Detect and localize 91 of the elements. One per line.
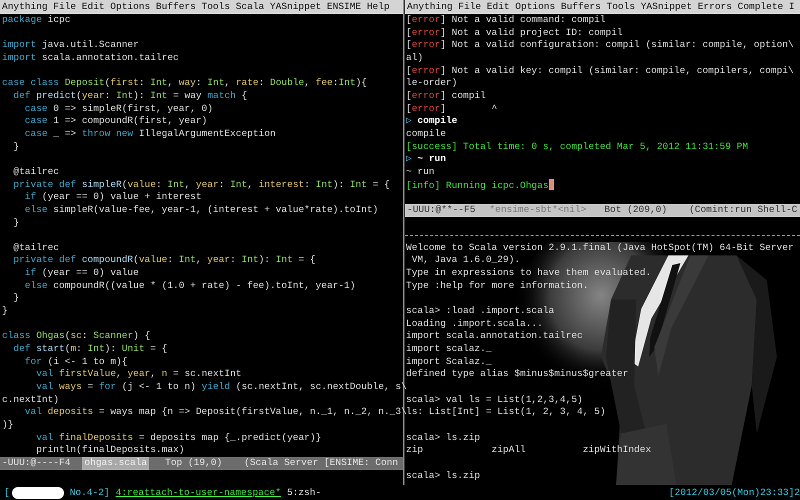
output-line: [success] Total time: 0 s, completed Mar 5, 2012 11:31:59 PM — [405, 140, 750, 154]
menu-item[interactable]: Complete — [738, 0, 784, 14]
output-line: scala> ls.zip — [405, 470, 482, 482]
menu-item[interactable]: Tools — [202, 0, 230, 14]
cursor-position: Top (19,0) — [165, 456, 222, 470]
code-line: @tailrec — [12, 166, 60, 179]
mode-name: (Comint:run Shell-C — [689, 204, 798, 217]
menu-item[interactable]: Options — [515, 0, 556, 14]
buffer-name: *ensime-sbt*<nil> — [488, 204, 588, 217]
output-line: [error] Not a valid command: compil — [405, 14, 607, 27]
menu-item[interactable]: YASnippet — [270, 0, 322, 14]
mode-name: (Scala Server [ENSIME: Conn — [244, 456, 398, 470]
output-line: [info] Running icpc.Ohgas — [405, 178, 800, 192]
code-line: else simpleR(value-fee, year-1, (interest + value*rate).toInt) — [24, 204, 380, 216]
clock-label: [2012/03/05(Mon)23:33]2 — [668, 487, 800, 498]
menu-item[interactable]: Edit — [82, 0, 105, 14]
code-line: @tailrec — [12, 242, 60, 254]
code-line: for (i <- 1 to m){ — [24, 356, 128, 368]
code-line: val finalDeposits = deposits map {_.predict(year)} — [35, 432, 322, 444]
window-tab[interactable]: 5:zsh- — [286, 487, 322, 498]
menu-item[interactable]: Options — [110, 0, 150, 14]
output-line: import Scalaz._ — [405, 356, 493, 368]
output-line: scala> ls.zip — [405, 432, 482, 444]
menu-item[interactable]: Buffers — [560, 0, 601, 14]
buffer-name: ohgas.scala — [82, 456, 150, 470]
code-line: case class Deposit(first: Int, way: Int, rate: Double, fee:Int){ — [1, 77, 368, 90]
menu-item[interactable]: Scala — [236, 0, 264, 14]
session-bracket: [ — [4, 487, 10, 498]
code-line: def start(m: Int): Unit = { — [12, 343, 168, 356]
output-line: [error] Not a valid configuration: compil (similar: compile, option\ — [405, 39, 795, 52]
output-line: import scala.annotation.tailrec — [405, 330, 584, 344]
output-line: ▷ compile — [405, 115, 458, 128]
code-line: import java.util.Scanner — [1, 39, 140, 52]
code-line: case _ => throw new IllegalArgumentException — [24, 128, 277, 141]
menu-item[interactable]: Buffers — [156, 0, 196, 14]
output-line: Type in expressions to have them evaluated. — [405, 267, 652, 280]
code-line: c.nextInt) — [1, 394, 60, 406]
menu-item[interactable]: ENSIME — [326, 0, 362, 14]
code-line: val firstValue, year, n = sc.nextInt — [35, 368, 242, 382]
output-line: [error] Not a valid project ID: compil — [405, 26, 624, 40]
output-line: defined type alias $minus$minus$greater — [405, 368, 630, 382]
code-line: package icpc — [1, 14, 72, 27]
code-line: if (year == 0) value — [24, 267, 140, 280]
output-line: le-order) — [405, 77, 458, 90]
buffer-status: -UUU:@----F4 — [2, 456, 70, 470]
code-line: } — [12, 140, 20, 154]
code-line: } — [12, 292, 20, 306]
output-line: Loading .import.scala... — [405, 318, 544, 330]
output-line: ~ run — [405, 166, 436, 179]
output-line: [error] ^ — [405, 102, 498, 116]
code-line: } — [12, 216, 20, 230]
menu-item[interactable]: Anything — [2, 0, 48, 14]
output-line: zip zipAll zipWithIndex — [405, 444, 652, 457]
code-line: class Ohgas(sc: Scanner) { — [1, 330, 152, 344]
output-line: ▷ ~ run — [405, 153, 447, 166]
code-line: if (year == 0) value + interest — [24, 191, 203, 204]
menu-item[interactable]: Edit — [486, 0, 510, 14]
cursor-position: Bot (209,0) — [604, 204, 668, 217]
output-line: [error] compil — [405, 90, 487, 103]
output-line: Type :help for more information. — [405, 280, 590, 292]
output-line: VM, Java 1.6.0_29). — [410, 254, 522, 268]
menu-item[interactable]: YASnippet — [640, 0, 692, 14]
output-line: import scalaz._ — [405, 343, 493, 356]
output-line: Welcome to Scala version 2.9.1.final (Java HotSpot(TM) 64-Bit Server — [405, 242, 795, 254]
code-line: println(finalDeposits.max) — [35, 444, 186, 457]
code-line: } — [1, 305, 9, 318]
menu-item[interactable]: File — [53, 0, 76, 14]
code-line: import scala.annotation.tailrec — [1, 52, 180, 65]
code-line: )} — [1, 419, 14, 432]
output-line: scala> :load .import.scala — [405, 305, 556, 318]
session-label: No.4-2] — [70, 487, 110, 498]
output-line: scala> val ls = List(1,2,3,4,5) — [405, 394, 584, 406]
menu-item[interactable]: Anything — [407, 0, 453, 14]
code-line: private def compoundR(value: Int, year: Int): Int = { — [12, 254, 317, 268]
output-line: al) — [405, 52, 424, 65]
code-line: case 1 => compoundR(first, year) — [24, 115, 208, 128]
menu-item[interactable]: File — [458, 0, 482, 14]
output-line: [error] Not a valid key: compil (similar: compile, compilers, compi\ — [405, 64, 795, 78]
menu-item[interactable]: Errors — [698, 0, 732, 14]
code-line: else compoundR((value * (1.0 + rate) - fee).toInt, year-1) — [24, 280, 356, 292]
menu-item[interactable]: Tools — [606, 0, 636, 14]
window-tab[interactable]: 4:reattach-to-user-namespace* — [116, 487, 281, 498]
buffer-status: -UUU:@**--F5 — [407, 204, 476, 217]
redaction-mark — [12, 486, 64, 498]
menu-item[interactable]: Help — [366, 0, 390, 14]
code-line: case 0 => simpleR(first, year, 0) — [24, 102, 214, 116]
menu-item[interactable]: I — [788, 0, 795, 14]
output-line: ls: List[Int] = List(1, 2, 3, 4, 5) — [406, 406, 607, 419]
output-line: compile — [405, 128, 447, 141]
code-line: private def simpleR(value: Int, year: Int, interest: Int): Int = { — [12, 178, 391, 192]
code-line: def predict(year: Int): Int = way match { — [12, 90, 248, 103]
